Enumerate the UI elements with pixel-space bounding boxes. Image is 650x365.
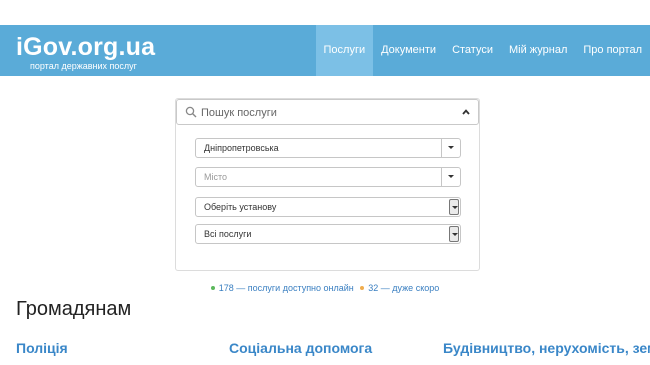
nav-item-documents[interactable]: Документи [373,25,444,76]
site-tagline: портал державних послуг [30,61,137,71]
category-police[interactable]: Поліція [16,340,68,356]
office-select-value: Оберіть установу [204,202,277,212]
stats-online-link[interactable]: 178 — послуги доступно онлайн [219,283,354,293]
nav-item-about[interactable]: Про портал [575,25,650,76]
category-social-aid[interactable]: Соціальна допомога [229,340,372,356]
city-select-toggle[interactable] [441,168,460,186]
nav-item-statuses[interactable]: Статуси [444,25,501,76]
search-bar [176,99,479,125]
services-select-value: Всі послуги [204,229,252,239]
services-select[interactable]: Всі послуги [195,224,461,244]
site-logo[interactable]: iGov.org.ua [16,33,155,62]
search-icon [185,106,197,118]
nav-item-journal[interactable]: Мій журнал [501,25,575,76]
site-header: iGov.org.ua портал державних послуг Посл… [0,25,650,76]
caret-down-icon [452,233,458,236]
soon-status-dot [360,285,365,290]
caret-down-icon [452,206,458,209]
region-select[interactable]: Дніпропетровська [195,138,461,158]
section-title: Громадянам [16,298,132,320]
office-select-toggle[interactable] [449,199,459,215]
search-input[interactable] [201,104,451,121]
service-stats: 178 — послуги доступно онлайн 32 — дуже … [0,283,650,293]
services-select-toggle[interactable] [449,226,459,242]
chevron-up-icon[interactable] [462,109,470,115]
online-status-dot [210,285,215,290]
city-select[interactable]: Місто [195,167,461,187]
caret-down-icon [448,175,454,178]
caret-down-icon [448,146,454,149]
main-nav: Послуги Документи Статуси Мій журнал Про… [315,25,650,76]
category-construction[interactable]: Будівництво, нерухомість, земля [443,340,650,356]
stats-soon-link[interactable]: 32 — дуже скоро [368,283,439,293]
office-select[interactable]: Оберіть установу [195,197,461,217]
region-select-toggle[interactable] [441,139,460,157]
search-panel: Дніпропетровська Місто Оберіть установу … [175,98,480,271]
nav-item-services[interactable]: Послуги [315,25,374,76]
region-select-value: Дніпропетровська [204,143,279,153]
city-select-placeholder: Місто [204,172,228,182]
